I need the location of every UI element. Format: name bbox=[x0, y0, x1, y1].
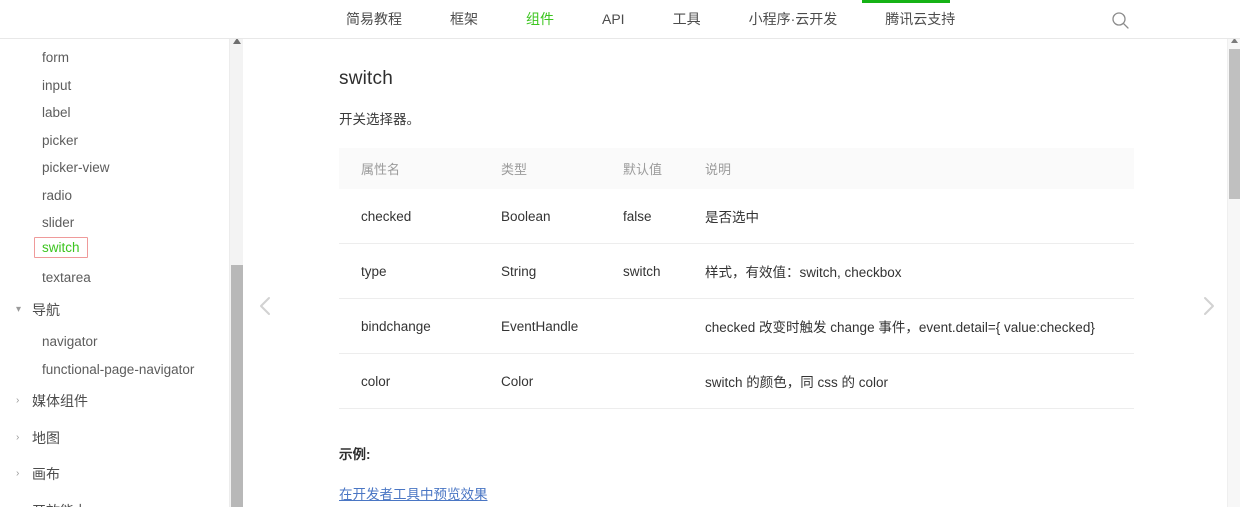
sidebar-item-picker-view-row: picker-view bbox=[0, 154, 229, 182]
nav-item-components[interactable]: 组件 bbox=[526, 0, 554, 39]
sidebar-item-navigator-row: navigator bbox=[0, 328, 229, 356]
cell-attr-name: bindchange bbox=[339, 298, 479, 354]
sidebar-scrollbar-thumb[interactable] bbox=[231, 265, 243, 507]
table-row: checked Boolean false 是否选中 bbox=[339, 189, 1134, 244]
sidebar-group-media-label: 媒体组件 bbox=[32, 393, 88, 409]
table-row: color Color switch 的颜色，同 css 的 color bbox=[339, 353, 1134, 409]
table-row: type String switch 样式，有效值：switch, checkb… bbox=[339, 243, 1134, 299]
table-header-desc: 说明 bbox=[683, 148, 1134, 189]
chevron-down-icon: ▾ bbox=[16, 303, 22, 315]
page-root: 简易教程 框架 组件 API 工具 小程序·云开发 腾讯云支持 form inp… bbox=[0, 0, 1240, 507]
chevron-right-icon[interactable] bbox=[1198, 291, 1220, 321]
sidebar-group-media[interactable]: › 媒体组件 bbox=[0, 383, 229, 420]
example-heading: 示例: bbox=[339, 447, 371, 462]
sidebar-item-picker-row: picker bbox=[0, 127, 229, 155]
sidebar-list: form input label picker picker-view radi… bbox=[0, 39, 229, 507]
nav-item-framework[interactable]: 框架 bbox=[450, 0, 478, 39]
cell-attr-name: color bbox=[339, 353, 479, 409]
sidebar-group-open-ability-label: 开放能力 bbox=[32, 493, 88, 507]
sidebar-group-navigation-label: 导航 bbox=[32, 301, 60, 318]
sidebar-item-picker[interactable]: picker bbox=[0, 127, 229, 155]
search-icon[interactable] bbox=[1108, 8, 1132, 32]
sidebar-item-functional-page-navigator[interactable]: functional-page-navigator bbox=[0, 356, 229, 384]
sidebar: form input label picker picker-view radi… bbox=[0, 39, 229, 507]
table-header-row: 属性名 类型 默认值 说明 bbox=[339, 148, 1134, 189]
table-header-type: 类型 bbox=[479, 148, 601, 189]
sidebar-item-navigator[interactable]: navigator bbox=[0, 328, 229, 356]
sidebar-item-label-row: label bbox=[0, 99, 229, 127]
cell-type: Boolean bbox=[479, 189, 601, 244]
chevron-right-icon: › bbox=[16, 431, 20, 443]
page-scrollbar[interactable] bbox=[1227, 33, 1240, 507]
sidebar-item-input[interactable]: input bbox=[0, 72, 229, 100]
cell-attr-name: checked bbox=[339, 189, 479, 244]
sidebar-group-map-label: 地图 bbox=[32, 429, 60, 446]
sidebar-item-switch-row: switch bbox=[0, 236, 229, 265]
table-header-default: 默认值 bbox=[601, 148, 683, 189]
documentation-body: switch 开关选择器。 属性名 类型 默认值 说明 checked Bool… bbox=[339, 39, 1134, 507]
sidebar-item-switch[interactable]: switch bbox=[34, 236, 88, 258]
sidebar-group-navigation[interactable]: ▾ 导航 bbox=[0, 292, 229, 329]
main-nav: 简易教程 框架 组件 API 工具 小程序·云开发 腾讯云支持 bbox=[346, 0, 955, 39]
sidebar-item-slider-row: slider bbox=[0, 209, 229, 237]
cell-type: Color bbox=[479, 353, 601, 409]
nav-item-api[interactable]: API bbox=[602, 0, 625, 39]
chevron-right-icon: › bbox=[16, 493, 28, 507]
site-header: 简易教程 框架 组件 API 工具 小程序·云开发 腾讯云支持 bbox=[0, 0, 1240, 39]
nav-item-cloud-dev[interactable]: 小程序·云开发 bbox=[749, 0, 838, 39]
sidebar-group-open-ability[interactable]: › 开放能力 bbox=[0, 493, 229, 507]
cell-desc: checked 改变时触发 change 事件，event.detail={ v… bbox=[683, 298, 1134, 354]
content-area: switch 开关选择器。 属性名 类型 默认值 说明 checked Bool… bbox=[244, 39, 1220, 507]
page-subtitle: 开关选择器。 bbox=[339, 112, 420, 127]
cell-desc: 样式，有效值：switch, checkbox bbox=[683, 243, 1134, 299]
sidebar-item-functional-page-navigator-row: functional-page-navigator bbox=[0, 356, 229, 384]
cell-desc: 是否选中 bbox=[683, 189, 1134, 244]
chevron-right-icon: › bbox=[16, 468, 20, 479]
nav-item-tutorial[interactable]: 简易教程 bbox=[346, 0, 402, 39]
sidebar-item-input-row: input bbox=[0, 72, 229, 100]
sidebar-group-map[interactable]: › 地图 bbox=[0, 420, 229, 457]
sidebar-item-textarea-row: textarea bbox=[0, 264, 229, 292]
sidebar-item-textarea[interactable]: textarea bbox=[0, 264, 229, 292]
devtools-preview-link[interactable]: 在开发者工具中预览效果 bbox=[339, 483, 488, 503]
attributes-table: 属性名 类型 默认值 说明 checked Boolean false 是否选中… bbox=[339, 148, 1134, 409]
chevron-right-icon: › bbox=[16, 395, 20, 406]
sidebar-group-canvas[interactable]: › 画布 bbox=[0, 456, 229, 493]
chevron-left-icon[interactable] bbox=[254, 291, 276, 321]
nav-item-tencent-cloud[interactable]: 腾讯云支持 bbox=[885, 0, 955, 39]
sidebar-group-canvas-label: 画布 bbox=[32, 466, 60, 482]
page-scrollbar-thumb[interactable] bbox=[1229, 49, 1240, 199]
sidebar-item-form-row: form bbox=[0, 44, 229, 72]
sidebar-item-form[interactable]: form bbox=[0, 44, 229, 72]
sidebar-item-picker-view[interactable]: picker-view bbox=[0, 154, 229, 182]
cell-desc: switch 的颜色，同 css 的 color bbox=[683, 353, 1134, 409]
table-row: bindchange EventHandle checked 改变时触发 cha… bbox=[339, 298, 1134, 354]
sidebar-scrollbar[interactable] bbox=[229, 33, 243, 507]
cell-type: EventHandle bbox=[479, 298, 601, 354]
nav-item-tools[interactable]: 工具 bbox=[673, 0, 701, 39]
cell-type: String bbox=[479, 243, 601, 299]
cell-default bbox=[601, 298, 683, 354]
sidebar-item-slider[interactable]: slider bbox=[0, 209, 229, 237]
cell-attr-name: type bbox=[339, 243, 479, 299]
cell-default: false bbox=[601, 189, 683, 244]
sidebar-item-radio-row: radio bbox=[0, 182, 229, 210]
cell-default bbox=[601, 353, 683, 409]
sidebar-item-label[interactable]: label bbox=[0, 99, 229, 127]
page-load-progress bbox=[0, 0, 1240, 3]
sidebar-item-radio[interactable]: radio bbox=[0, 182, 229, 210]
progress-fill bbox=[862, 0, 950, 3]
cell-default: switch bbox=[601, 243, 683, 299]
table-header-attr-name: 属性名 bbox=[339, 148, 479, 189]
page-title: switch bbox=[339, 68, 393, 89]
